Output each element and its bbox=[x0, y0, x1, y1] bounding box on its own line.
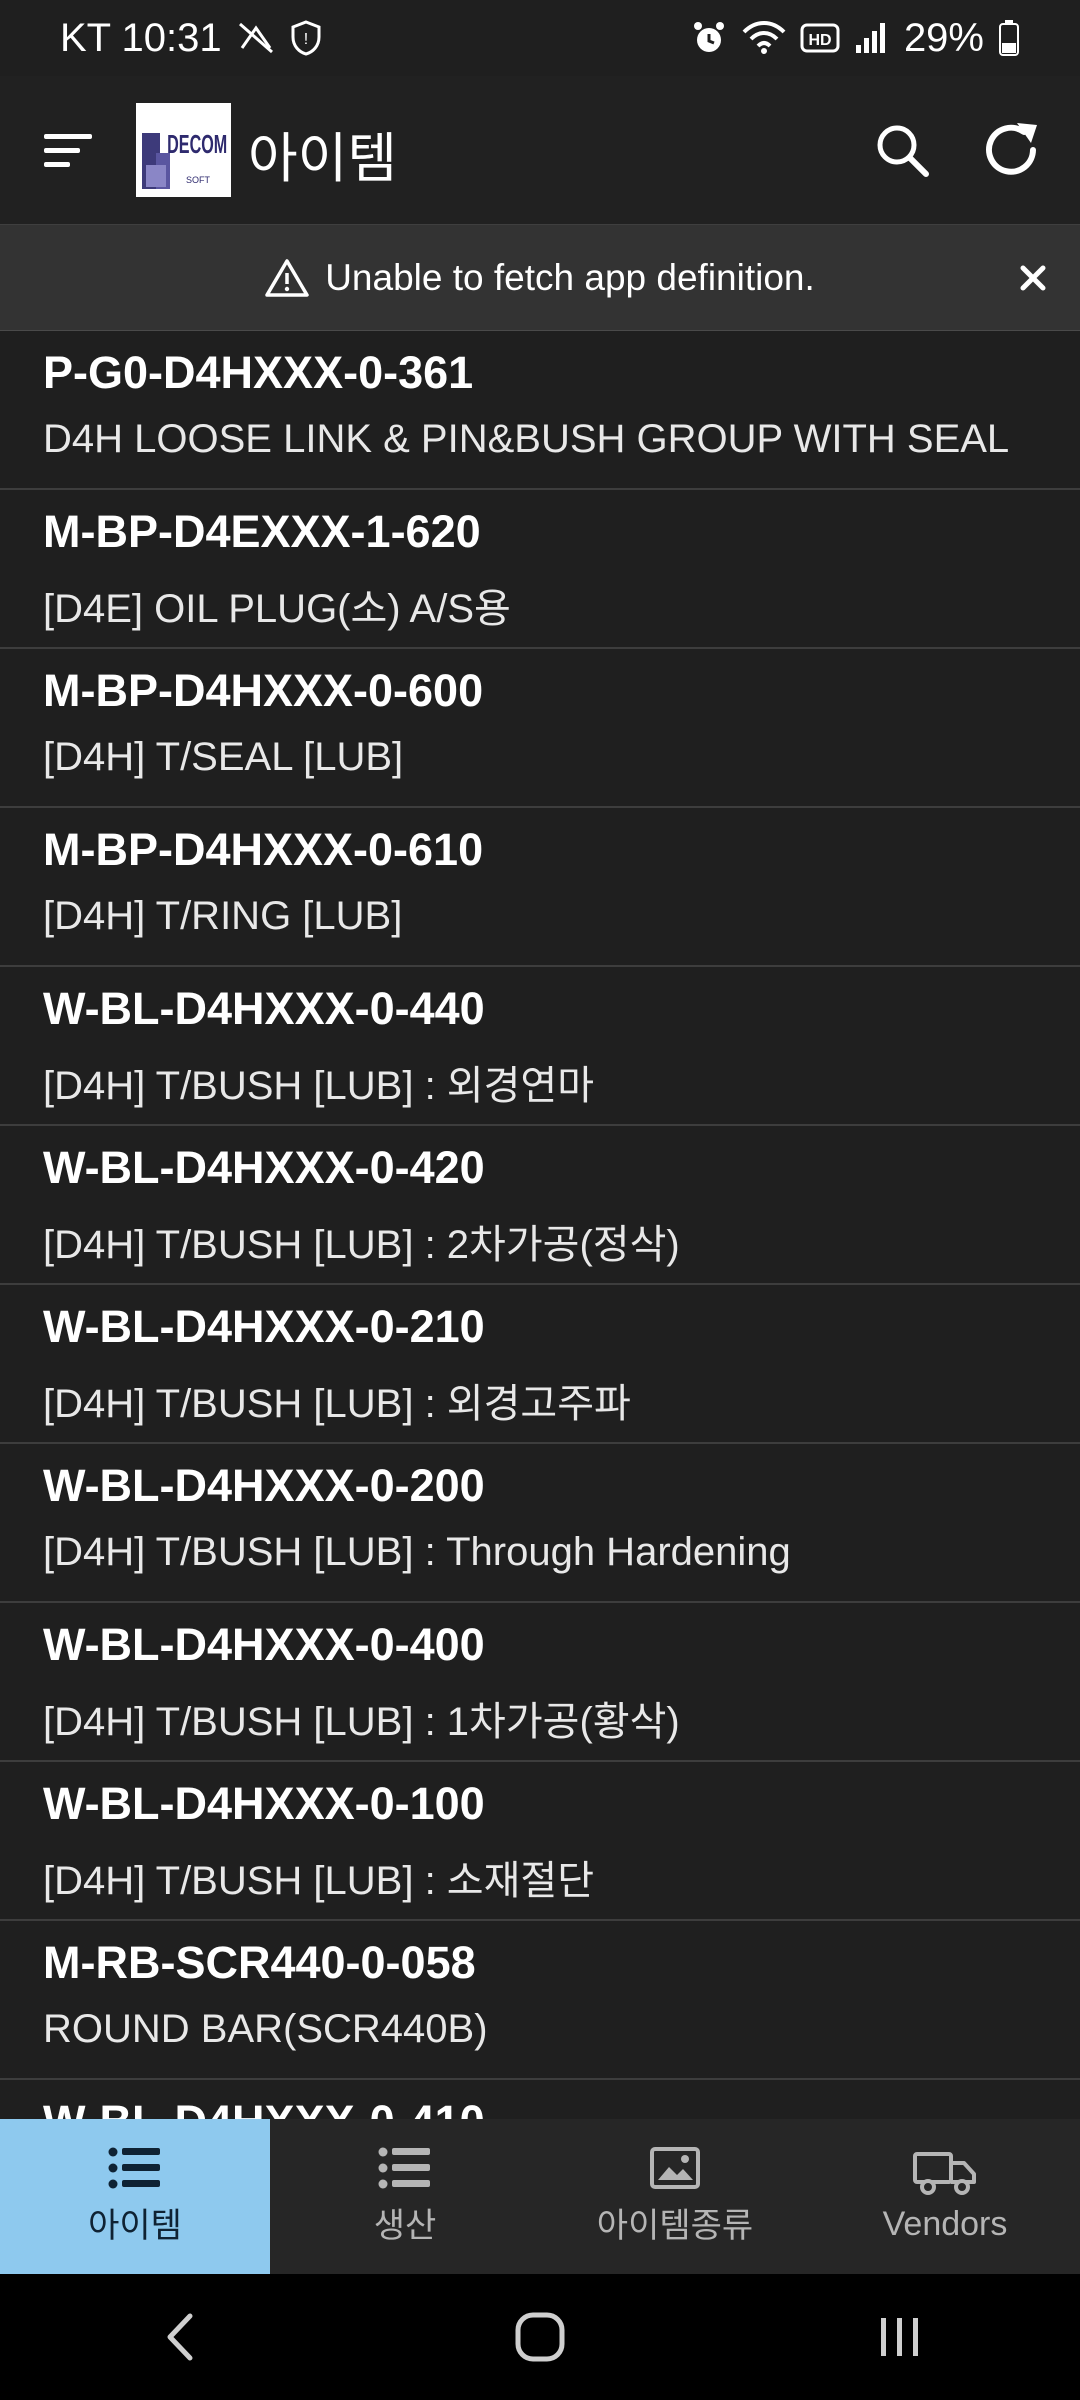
list-icon bbox=[378, 2147, 430, 2189]
refresh-icon bbox=[986, 123, 1037, 175]
alarm-icon bbox=[690, 19, 728, 57]
search-button[interactable] bbox=[868, 116, 936, 184]
tab-item-types[interactable]: 아이템종류 bbox=[540, 2119, 810, 2274]
item-list: P-G0-D4HXXX-0-361 D4H LOOSE LINK & PIN&B… bbox=[0, 331, 1080, 2119]
item-description: [D4H] T/BUSH [LUB] : 외경연마 bbox=[43, 1064, 595, 1108]
list-item[interactable]: M-BP-D4HXXX-0-610 [D4H] T/RING [LUB] bbox=[0, 808, 1080, 967]
item-description: [D4H] T/BUSH [LUB] : 2차가공(정삭) bbox=[43, 1223, 680, 1267]
banner-close-button[interactable] bbox=[1010, 255, 1056, 301]
item-code: P-G0-D4HXXX-0-361 bbox=[43, 347, 474, 398]
item-code: W-BL-D4HXXX-0-410 bbox=[43, 2096, 485, 2119]
status-right: HD 29% bbox=[690, 16, 1020, 61]
list-item[interactable]: W-BL-D4HXXX-0-200 [D4H] T/BUSH [LUB] : T… bbox=[0, 1444, 1080, 1603]
app-bar: DECOM SOFT 아이템 bbox=[0, 76, 1080, 224]
tab-label: 아이템종류 bbox=[596, 2207, 754, 2245]
item-code: W-BL-D4HXXX-0-210 bbox=[43, 1301, 485, 1352]
status-bar: KT 10:31 ! HD 29% bbox=[0, 0, 1080, 76]
back-icon bbox=[167, 2313, 193, 2361]
item-code: W-BL-D4HXXX-0-420 bbox=[43, 1142, 485, 1193]
truck-icon bbox=[913, 2152, 976, 2195]
menu-button[interactable] bbox=[38, 120, 98, 180]
carrier-time: KT 10:31 bbox=[60, 15, 222, 60]
svg-text:!: ! bbox=[303, 31, 307, 48]
search-icon bbox=[877, 125, 929, 177]
bottom-nav: 아이템 생산 아이템종류 Vendors bbox=[0, 2119, 1080, 2274]
close-icon bbox=[1020, 265, 1046, 291]
app-logo: DECOM SOFT bbox=[136, 103, 231, 197]
tab-items[interactable]: 아이템 bbox=[0, 2119, 270, 2274]
home-button[interactable] bbox=[480, 2297, 600, 2377]
item-code: W-BL-D4HXXX-0-400 bbox=[43, 1619, 485, 1670]
svg-text:HD: HD bbox=[808, 32, 831, 49]
page-title: 아이템 bbox=[248, 129, 398, 189]
item-code: W-BL-D4HXXX-0-200 bbox=[43, 1460, 485, 1511]
item-description: ROUND BAR(SCR440B) bbox=[43, 2007, 488, 2051]
logo-text: DECOM bbox=[167, 130, 227, 159]
hd-icon: HD bbox=[800, 23, 840, 53]
list-item[interactable]: M-BP-D4HXXX-0-600 [D4H] T/SEAL [LUB] bbox=[0, 649, 1080, 808]
refresh-button[interactable] bbox=[976, 114, 1048, 186]
list-item[interactable]: W-BL-D4HXXX-0-420 [D4H] T/BUSH [LUB] : 2… bbox=[0, 1126, 1080, 1285]
logo-subtext: SOFT bbox=[186, 175, 211, 185]
banner-message: Unable to fetch app definition. bbox=[325, 256, 815, 298]
list-item[interactable]: M-BP-D4EXXX-1-620 [D4E] OIL PLUG(소) A/S용 bbox=[0, 490, 1080, 649]
error-banner: Unable to fetch app definition. bbox=[0, 224, 1080, 331]
item-code: M-BP-D4HXXX-0-610 bbox=[43, 824, 484, 875]
list-item[interactable]: W-BL-D4HXXX-0-100 [D4H] T/BUSH [LUB] : 소… bbox=[0, 1762, 1080, 1921]
system-nav-bar bbox=[0, 2274, 1080, 2400]
shield-icon: ! bbox=[290, 19, 322, 57]
tab-label: Vendors bbox=[882, 2205, 1008, 2243]
banner-content: Unable to fetch app definition. bbox=[265, 257, 815, 299]
item-code: M-BP-D4EXXX-1-620 bbox=[43, 506, 481, 557]
recents-button[interactable] bbox=[840, 2297, 960, 2377]
list-item[interactable]: M-RB-SCR440-0-058 ROUND BAR(SCR440B) bbox=[0, 1921, 1080, 2080]
tab-label: 생산 bbox=[373, 2207, 437, 2245]
tab-label: 아이템 bbox=[88, 2207, 182, 2245]
home-icon bbox=[515, 2312, 565, 2362]
item-description: D4H LOOSE LINK & PIN&BUSH GROUP WITH SEA… bbox=[43, 417, 1010, 461]
list-item[interactable]: P-G0-D4HXXX-0-361 D4H LOOSE LINK & PIN&B… bbox=[0, 331, 1080, 490]
wifi-icon bbox=[742, 20, 786, 56]
image-icon bbox=[650, 2147, 700, 2189]
item-description: [D4H] T/RING [LUB] bbox=[43, 894, 403, 938]
item-description: [D4H] T/SEAL [LUB] bbox=[43, 735, 404, 779]
tab-vendors[interactable]: Vendors bbox=[810, 2119, 1080, 2274]
list-item[interactable]: W-BL-D4HXXX-0-410 bbox=[0, 2080, 1080, 2119]
battery-percent: 29% bbox=[903, 15, 984, 60]
usb-debug-icon bbox=[236, 20, 276, 56]
recents-icon bbox=[881, 2318, 918, 2356]
item-code: M-RB-SCR440-0-058 bbox=[43, 1937, 476, 1988]
item-description: [D4H] T/BUSH [LUB] : 소재절단 bbox=[43, 1859, 595, 1903]
menu-icon bbox=[44, 134, 92, 167]
list-item[interactable]: W-BL-D4HXXX-0-400 [D4H] T/BUSH [LUB] : 1… bbox=[0, 1603, 1080, 1762]
item-code: W-BL-D4HXXX-0-100 bbox=[43, 1778, 485, 1829]
item-description: [D4H] T/BUSH [LUB] : 외경고주파 bbox=[43, 1382, 631, 1426]
item-description: [D4E] OIL PLUG(소) A/S용 bbox=[43, 587, 511, 631]
list-icon bbox=[108, 2147, 160, 2189]
status-left: KT 10:31 ! bbox=[60, 16, 322, 61]
item-code: M-BP-D4HXXX-0-600 bbox=[43, 665, 484, 716]
list-item[interactable]: W-BL-D4HXXX-0-440 [D4H] T/BUSH [LUB] : 외… bbox=[0, 967, 1080, 1126]
tab-production[interactable]: 생산 bbox=[270, 2119, 540, 2274]
battery-icon bbox=[998, 19, 1020, 57]
item-description: [D4H] T/BUSH [LUB] : Through Hardening bbox=[43, 1530, 791, 1574]
signal-icon bbox=[854, 21, 890, 55]
back-button[interactable] bbox=[120, 2297, 240, 2377]
list-item[interactable]: W-BL-D4HXXX-0-210 [D4H] T/BUSH [LUB] : 외… bbox=[0, 1285, 1080, 1444]
warning-icon bbox=[265, 258, 309, 297]
item-code: W-BL-D4HXXX-0-440 bbox=[43, 983, 485, 1034]
item-description: [D4H] T/BUSH [LUB] : 1차가공(황삭) bbox=[43, 1700, 680, 1744]
